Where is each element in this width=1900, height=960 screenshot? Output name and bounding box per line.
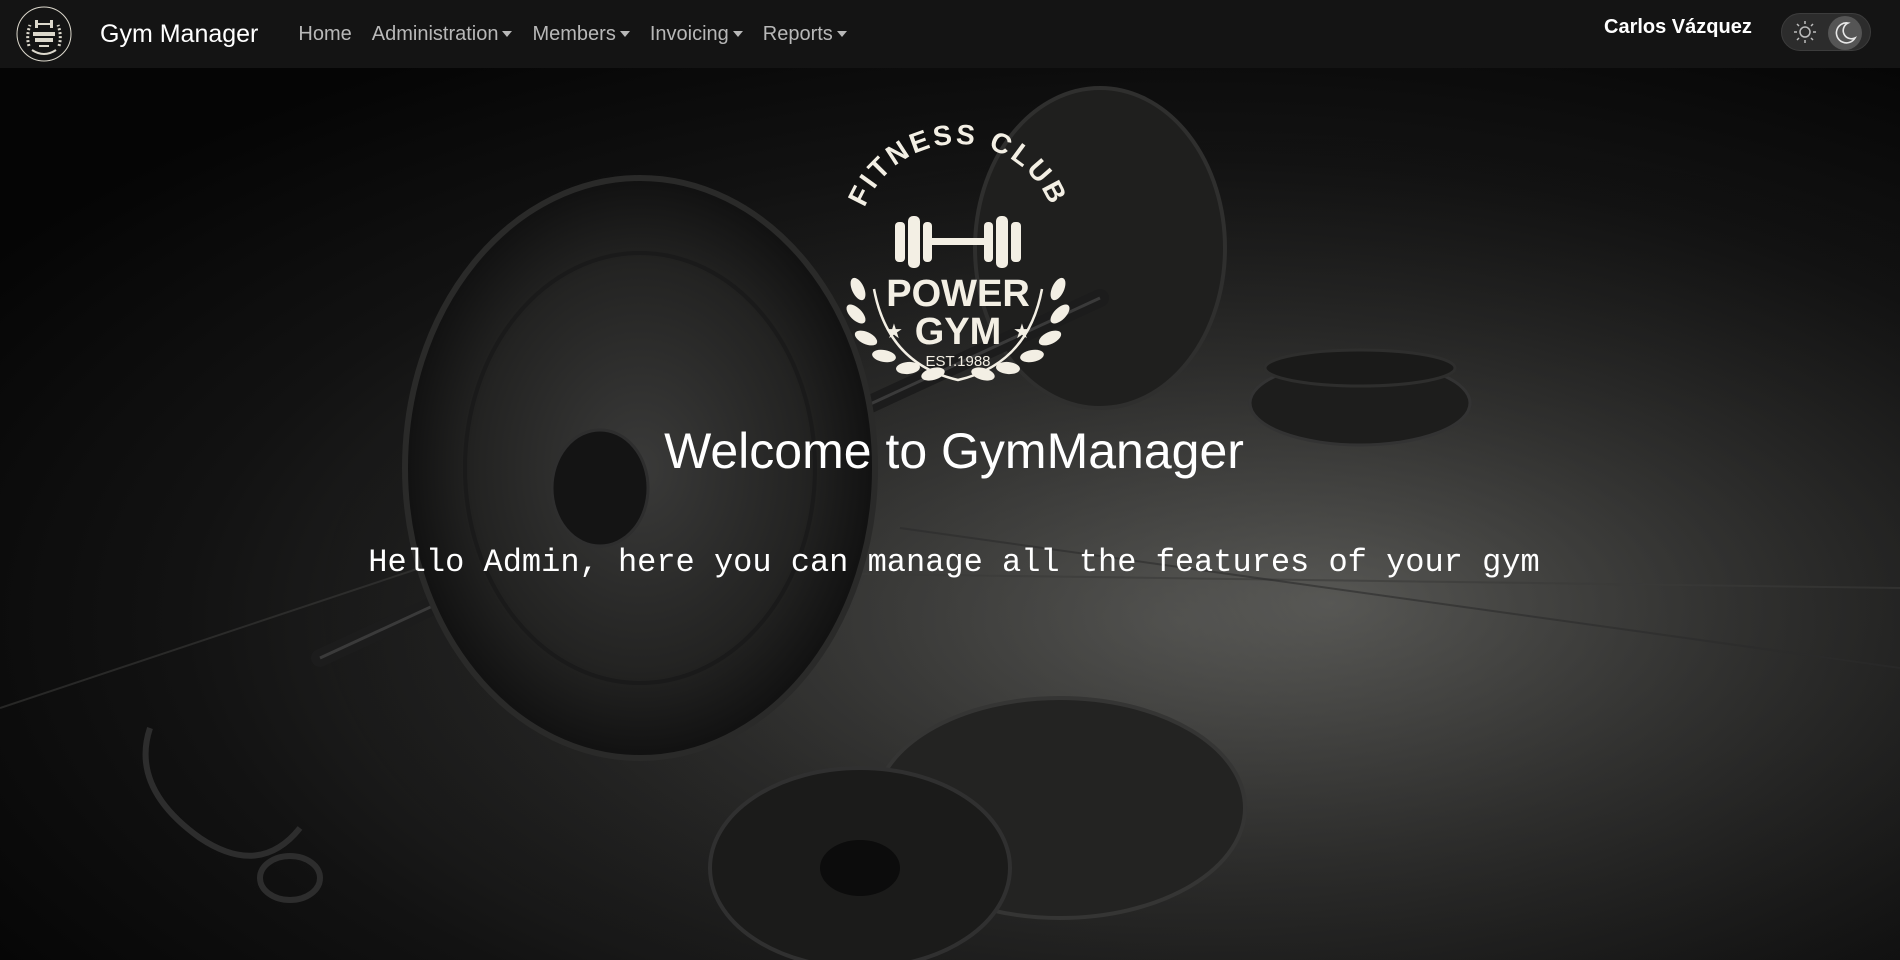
logo-est-text: EST.1988	[925, 353, 990, 370]
nav-home-link[interactable]: Home	[288, 23, 361, 46]
logo-arc-text: FITNESS CLUB	[842, 124, 1071, 210]
hero-section: FITNESS CLUB POWER GYM ★ ★ EST.1988 Welc…	[0, 68, 1900, 960]
caret-down-icon	[502, 31, 513, 37]
star-icon: ★	[885, 319, 903, 343]
nav-administration-dropdown[interactable]: Administration	[362, 23, 523, 46]
caret-down-icon	[619, 31, 630, 37]
theme-toggle[interactable]	[1781, 13, 1871, 51]
logo-gym-text: GYM	[915, 311, 1002, 353]
dumbbell-icon	[895, 216, 1021, 268]
main-nav: Home Administration Members Invoicing Re…	[288, 23, 856, 46]
caret-down-icon	[836, 31, 847, 37]
star-icon: ★	[1013, 319, 1031, 343]
nav-members-label: Members	[532, 22, 616, 45]
welcome-heading: Welcome to GymManager	[664, 423, 1244, 479]
nav-administration-label: Administration	[371, 22, 499, 45]
welcome-subtitle: Hello Admin, here you can manage all the…	[368, 544, 1540, 581]
moon-icon	[1835, 22, 1858, 44]
nav-invoicing-label: Invoicing	[649, 22, 729, 45]
toggle-knob	[1828, 16, 1862, 50]
nav-home-label: Home	[298, 22, 352, 45]
svg-text:FITNESS CLUB: FITNESS CLUB	[842, 124, 1074, 210]
nav-invoicing-dropdown[interactable]: Invoicing	[640, 23, 753, 46]
brand-name[interactable]: Gym Manager	[100, 20, 258, 49]
sun-icon	[1794, 21, 1816, 43]
top-navbar: Gym Manager Home Administration Members …	[0, 0, 1900, 68]
user-name[interactable]: Carlos Vázquez	[1604, 16, 1752, 39]
nav-members-dropdown[interactable]: Members	[522, 23, 639, 46]
nav-reports-dropdown[interactable]: Reports	[753, 23, 857, 46]
caret-down-icon	[732, 31, 743, 37]
power-gym-logo: FITNESS CLUB POWER GYM ★ ★ EST.1988	[842, 124, 1074, 382]
brand-logo-icon[interactable]	[16, 6, 72, 62]
nav-reports-label: Reports	[762, 22, 833, 45]
logo-power-text: POWER	[886, 273, 1030, 315]
